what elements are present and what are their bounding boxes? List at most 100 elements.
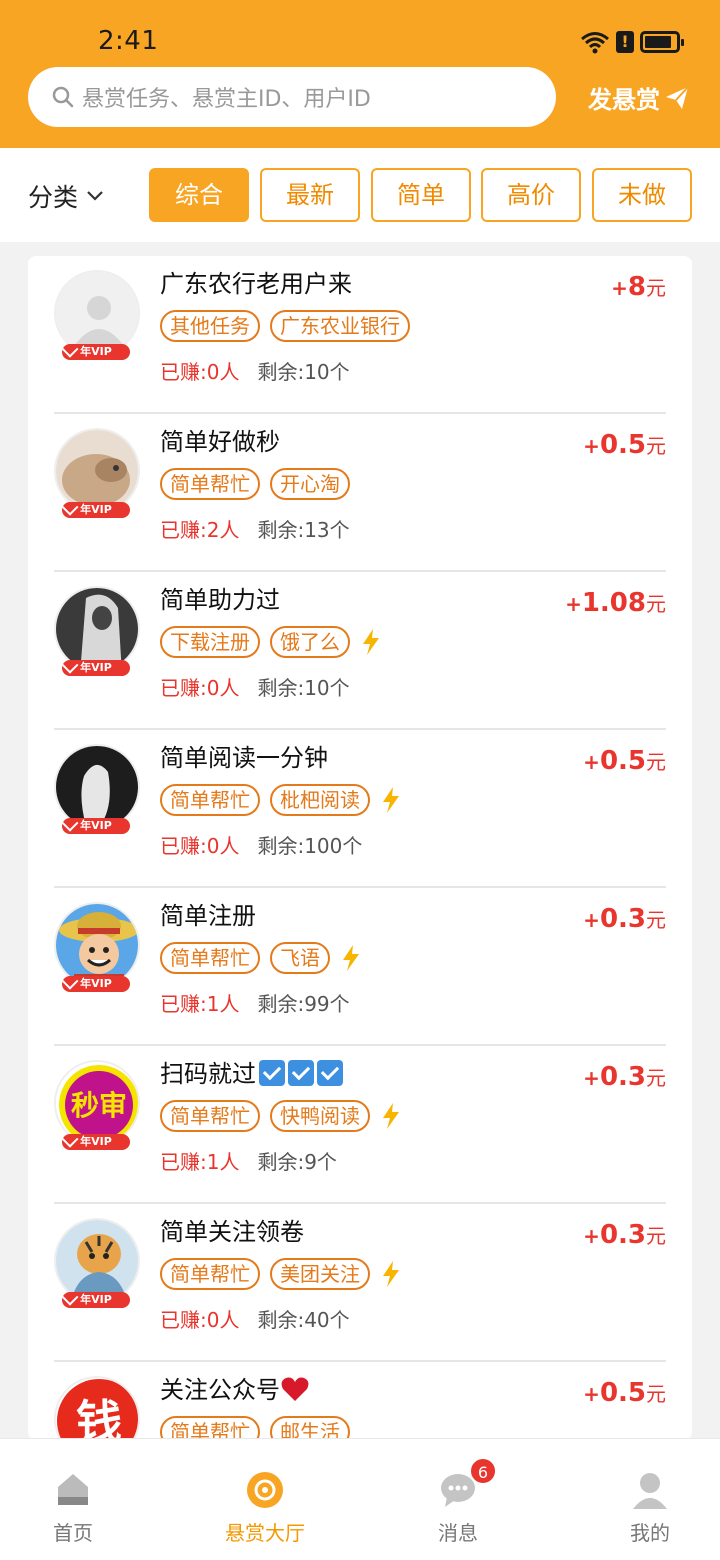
avatar-wrap: 年VIP: [54, 428, 142, 528]
alert-icon: !: [616, 31, 634, 53]
nav-profile-label: 我的: [630, 1521, 670, 1545]
reward-amount: 0.5: [599, 1378, 646, 1408]
filter-bar: 分类 综合 最新 简单 高价 未做: [0, 148, 720, 242]
nav-profile[interactable]: 我的: [585, 1469, 715, 1546]
avatar[interactable]: 钱: [54, 1376, 140, 1440]
plus-sign: +: [583, 434, 600, 458]
avatar-wrap: 年VIP: [54, 270, 142, 370]
task-tag: 快鸭阅读: [270, 1100, 370, 1132]
earned-count: 已赚:0人: [160, 834, 240, 858]
task-tag: 枇杷阅读: [270, 784, 370, 816]
task-tags: 简单帮忙 快鸭阅读: [160, 1100, 402, 1132]
task-row[interactable]: 年VIP 广东农行老用户来 其他任务 广东农业银行 已赚:0人 剩余:10个 +8元: [28, 256, 692, 414]
task-tags: 简单帮忙 开心淘: [160, 468, 350, 500]
task-title-text: 扫码就过: [160, 1060, 256, 1088]
check-mark-icon: [259, 1060, 285, 1086]
task-tag: 邮生活: [270, 1416, 350, 1440]
task-stats: 已赚:0人 剩余:40个: [160, 1304, 350, 1333]
task-list: 年VIP 广东农行老用户来 其他任务 广东农业银行 已赚:0人 剩余:10个 +8元 年VIP…: [28, 256, 692, 1440]
tab-high-price[interactable]: 高价: [481, 168, 581, 222]
check-mark-icon: [288, 1060, 314, 1086]
task-row[interactable]: 钱 关注公众号简单帮忙 邮生活 +0.5元: [28, 1362, 692, 1440]
task-tag: 下载注册: [160, 626, 260, 658]
task-title-text: 简单助力过: [160, 586, 280, 614]
currency-unit: 元: [646, 1382, 666, 1406]
status-time: 2:41: [98, 26, 159, 56]
nav-home[interactable]: 首页: [8, 1469, 138, 1546]
task-tags: 下载注册 饿了么: [160, 626, 382, 658]
task-reward: +0.3元: [583, 1220, 666, 1250]
vip-badge: 年VIP: [62, 502, 130, 518]
plus-sign: +: [583, 1382, 600, 1406]
remaining-count: 剩余:10个: [257, 676, 350, 700]
wifi-icon: [581, 32, 609, 54]
message-count-badge: 6: [469, 1457, 497, 1485]
remaining-count: 剩余:100个: [257, 834, 363, 858]
avatar-wrap: 年VIP: [54, 744, 142, 844]
vip-badge: 年VIP: [62, 344, 130, 360]
vip-badge: 年VIP: [62, 660, 130, 676]
currency-unit: 元: [646, 750, 666, 774]
reward-amount: 0.3: [599, 1062, 646, 1092]
task-title: 扫码就过: [160, 1054, 343, 1089]
home-icon: [58, 1474, 88, 1505]
task-stats: 已赚:0人 剩余:100个: [160, 830, 362, 859]
nav-home-label: 首页: [53, 1521, 93, 1545]
lightning-icon: [363, 629, 379, 655]
tab-simple[interactable]: 简单: [371, 168, 471, 222]
plus-sign: +: [583, 908, 600, 932]
avatar-wrap: 钱: [54, 1376, 142, 1440]
bounty-hall-icon: [247, 1472, 283, 1508]
currency-unit: 元: [646, 908, 666, 932]
reward-amount: 0.3: [599, 1220, 646, 1250]
task-row[interactable]: 年VIP 简单注册 简单帮忙 飞语 已赚:1人 剩余:99个 +0.3元: [28, 888, 692, 1046]
search-icon: [52, 86, 74, 108]
task-row[interactable]: 年VIP 简单阅读一分钟 简单帮忙 枇杷阅读 已赚:0人 剩余:100个 +0.5元: [28, 730, 692, 888]
vip-badge: 年VIP: [62, 1292, 130, 1308]
lightning-icon: [343, 945, 359, 971]
task-tag: 美团关注: [270, 1258, 370, 1290]
check-mark-icon: [317, 1060, 343, 1086]
plus-sign: +: [565, 592, 582, 616]
task-row[interactable]: 年VIP 简单好做秒 简单帮忙 开心淘 已赚:2人 剩余:13个 +0.5元: [28, 414, 692, 572]
nav-messages-label: 消息: [438, 1521, 478, 1545]
task-title: 关注公众号: [160, 1370, 310, 1405]
remaining-count: 剩余:40个: [257, 1308, 350, 1332]
nav-messages[interactable]: 消息 6: [393, 1457, 523, 1546]
post-bounty-button[interactable]: 发悬赏: [588, 80, 690, 115]
vip-badge: 年VIP: [62, 818, 130, 834]
task-title: 广东农行老用户来: [160, 264, 352, 299]
paper-plane-icon: [666, 85, 689, 109]
task-row[interactable]: 年VIP 简单助力过 下载注册 饿了么 已赚:0人 剩余:10个 +1.08元: [28, 572, 692, 730]
plus-sign: +: [583, 1224, 600, 1248]
task-row[interactable]: 年VIP 简单关注领卷 简单帮忙 美团关注 已赚:0人 剩余:40个 +0.3元: [28, 1204, 692, 1362]
task-stats: 已赚:0人 剩余:10个: [160, 356, 350, 385]
profile-icon: [633, 1473, 667, 1509]
search-placeholder: 悬赏任务、悬赏主ID、用户ID: [82, 87, 371, 112]
task-tag: 广东农业银行: [270, 310, 410, 342]
task-reward: +0.3元: [583, 904, 666, 934]
task-reward: +0.3元: [583, 1062, 666, 1092]
search-input[interactable]: 悬赏任务、悬赏主ID、用户ID: [28, 67, 556, 127]
status-icons: !: [580, 28, 684, 56]
earned-count: 已赚:0人: [160, 1308, 240, 1332]
tab-not-done[interactable]: 未做: [592, 168, 692, 222]
nav-bounty-hall[interactable]: 悬赏大厅: [200, 1469, 330, 1546]
lightning-icon: [383, 787, 399, 813]
task-title-text: 关注公众号: [160, 1376, 280, 1404]
tab-comprehensive[interactable]: 综合: [149, 168, 249, 222]
plus-sign: +: [583, 1066, 600, 1090]
bottom-nav: 首页 悬赏大厅 消息 6 我的: [0, 1438, 720, 1560]
task-tag: 简单帮忙: [160, 1416, 260, 1440]
top-header: 2:41 ! 悬赏任务、悬赏主ID、用户ID 发悬赏: [0, 0, 720, 148]
vip-badge: 年VIP: [62, 976, 130, 992]
task-reward: +1.08元: [565, 588, 666, 618]
task-row[interactable]: 秒审 年VIP 扫码就过 简单帮忙 快鸭阅读 已赚:1人 剩余:9个 +0.3元: [28, 1046, 692, 1204]
task-stats: 已赚:2人 剩余:13个: [160, 514, 350, 543]
tab-latest[interactable]: 最新: [260, 168, 360, 222]
task-tag: 简单帮忙: [160, 1258, 260, 1290]
task-tags: 简单帮忙 飞语: [160, 942, 362, 974]
task-title: 简单阅读一分钟: [160, 738, 328, 773]
svg-text:秒审: 秒审: [71, 1089, 127, 1122]
category-dropdown[interactable]: 分类: [28, 178, 104, 214]
